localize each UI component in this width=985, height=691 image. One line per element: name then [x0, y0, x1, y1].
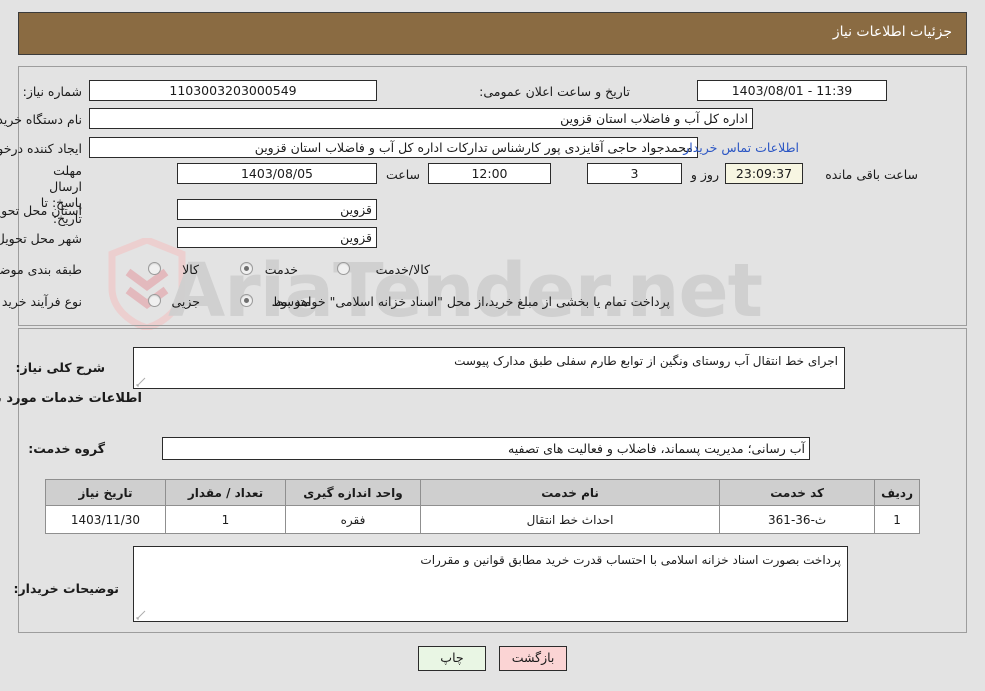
buyer-notes-textarea[interactable]: پرداخت بصورت اسناد خزانه اسلامی با احتسا… — [133, 546, 848, 622]
buyer-notes-label: توضیحات خریدار: — [13, 581, 119, 596]
cell-date: 1403/11/30 — [45, 505, 166, 534]
col-unit: واحد اندازه گیری — [285, 479, 421, 506]
page-root: AriaTender.net جزئیات اطلاعات نیاز شماره… — [0, 0, 985, 691]
countdown-days-value: 3 — [587, 163, 682, 184]
cell-unit: فقره — [285, 505, 421, 534]
requester-value: محمدجواد حاجی آقایزدی پور کارشناس تدارکا… — [89, 137, 698, 158]
page-title: جزئیات اطلاعات نیاز — [832, 24, 952, 40]
buyer-contact-link[interactable]: اطلاعات تماس خریدار — [683, 140, 799, 155]
cell-name: احداث خط انتقال — [419, 505, 721, 534]
service-group-value: آب رسانی؛ مدیریت پسماند، فاضلاب و فعالیت… — [162, 437, 810, 460]
delivery-city-label: شهر محل تحویل: — [0, 231, 82, 246]
process-type-label: نوع فرآیند خرید : — [0, 294, 82, 309]
print-button[interactable]: چاپ — [417, 646, 486, 671]
category-label: طبقه بندی موضوعی: — [0, 262, 82, 277]
buyer-org-value: اداره کل آب و فاضلاب استان قزوین — [89, 108, 753, 129]
delivery-province-label: استان محل تحویل: — [0, 203, 82, 218]
col-quantity: تعداد / مقدار — [165, 479, 286, 506]
services-table: ردیف کد خدمت نام خدمت واحد اندازه گیری ت… — [45, 479, 920, 534]
category-radio-kala[interactable] — [148, 262, 161, 275]
process-type-note: پرداخت تمام یا بخشی از مبلغ خرید،از محل … — [271, 294, 670, 309]
delivery-province-value: قزوین — [177, 199, 377, 220]
buyer-notes-value: پرداخت بصورت اسناد خزانه اسلامی با احتسا… — [420, 553, 841, 567]
announce-datetime-label: تاریخ و ساعت اعلان عمومی: — [479, 84, 630, 99]
deadline-hour-label: ساعت — [385, 167, 420, 182]
need-number-value: 1103003203000549 — [89, 80, 377, 101]
category-option-label-0: کالا — [182, 262, 199, 277]
col-code: کد خدمت — [719, 479, 876, 506]
buyer-org-label: نام دستگاه خریدار: — [0, 112, 82, 127]
service-group-label: گروه خدمت: — [28, 441, 105, 456]
need-number-label: شماره نیاز: — [22, 84, 82, 99]
need-description-label: شرح کلی نیاز: — [15, 360, 105, 375]
delivery-city-value: قزوین — [177, 227, 377, 248]
cell-quantity: 1 — [165, 505, 286, 534]
category-option-label-1: خدمت — [264, 262, 298, 277]
countdown-timer-value: 23:09:37 — [725, 163, 803, 184]
deadline-hour-value: 12:00 — [428, 163, 551, 184]
countdown-days-label: روز و — [690, 167, 719, 182]
countdown-remaining-label: ساعت باقی مانده — [825, 167, 918, 182]
process-radio-jozei[interactable] — [148, 294, 161, 307]
process-radio-motevaset[interactable] — [240, 294, 253, 307]
cell-code: ث-36-361 — [719, 505, 876, 534]
category-radio-khedmat[interactable] — [240, 262, 253, 275]
services-heading: اطلاعات خدمات مورد نیاز — [0, 391, 142, 406]
category-option-label-2: کالا/خدمت — [375, 262, 430, 277]
col-date: تاریخ نیاز — [45, 479, 166, 506]
table-header-row: ردیف کد خدمت نام خدمت واحد اندازه گیری ت… — [45, 479, 920, 506]
page-header: جزئیات اطلاعات نیاز — [18, 12, 967, 55]
resize-grip-icon[interactable] — [136, 610, 146, 620]
button-bar: بازگشت چاپ — [0, 646, 985, 671]
cell-index: 1 — [874, 505, 920, 534]
col-name: نام خدمت — [419, 479, 721, 506]
back-button[interactable]: بازگشت — [499, 646, 568, 671]
resize-grip-icon[interactable] — [136, 377, 146, 387]
need-description-value: اجرای خط انتقال آب روستای ونگین از توابع… — [454, 354, 838, 368]
announce-datetime-value: 11:39 - 1403/08/01 — [697, 80, 887, 101]
deadline-date-value: 1403/08/05 — [177, 163, 377, 184]
process-option-label-0: جزیی — [171, 294, 200, 309]
category-radio-kala-khedmat[interactable] — [337, 262, 350, 275]
requester-label: ایجاد کننده درخواست: — [0, 141, 82, 156]
col-index: ردیف — [874, 479, 920, 506]
need-description-textarea[interactable]: اجرای خط انتقال آب روستای ونگین از توابع… — [133, 347, 845, 389]
need-summary-panel — [18, 66, 967, 326]
table-row: 1 ث-36-361 احداث خط انتقال فقره 1 1403/1… — [45, 505, 920, 534]
